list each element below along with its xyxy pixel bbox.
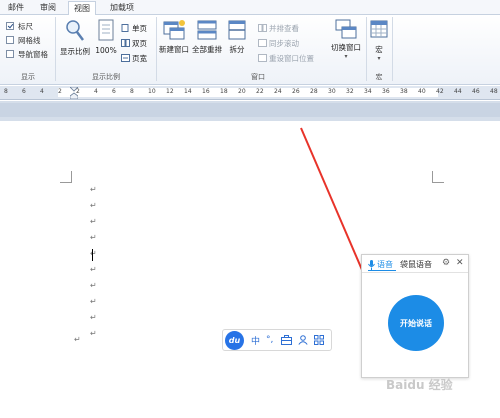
chinese-mode-toggle[interactable]: 中 (251, 334, 260, 347)
baidu-input-toolbar: du 中 °, (222, 329, 332, 351)
user-icon[interactable] (298, 335, 308, 345)
mouse-voice-tab[interactable]: 袋鼠语音 (400, 259, 432, 270)
panel-divider (362, 272, 468, 273)
voice-tab[interactable]: 语音 (368, 259, 393, 270)
punctuation-toggle[interactable]: °, (266, 335, 273, 345)
baidu-watermark: Baidu 经验 (386, 378, 453, 392)
voice-input-panel: 语音 袋鼠语音 ⚙ ✕ 开始说话 (361, 254, 469, 378)
grid-menu-icon[interactable] (314, 335, 325, 345)
start-speaking-button[interactable]: 开始说话 (388, 295, 444, 351)
toolbox-icon[interactable] (281, 335, 293, 345)
microphone-icon (368, 259, 375, 270)
gear-icon[interactable]: ⚙ (442, 258, 450, 268)
du-logo[interactable]: du (225, 330, 244, 350)
close-icon[interactable]: ✕ (456, 258, 464, 268)
voice-tab-label: 语音 (377, 260, 393, 269)
active-tab-indicator (368, 270, 396, 271)
